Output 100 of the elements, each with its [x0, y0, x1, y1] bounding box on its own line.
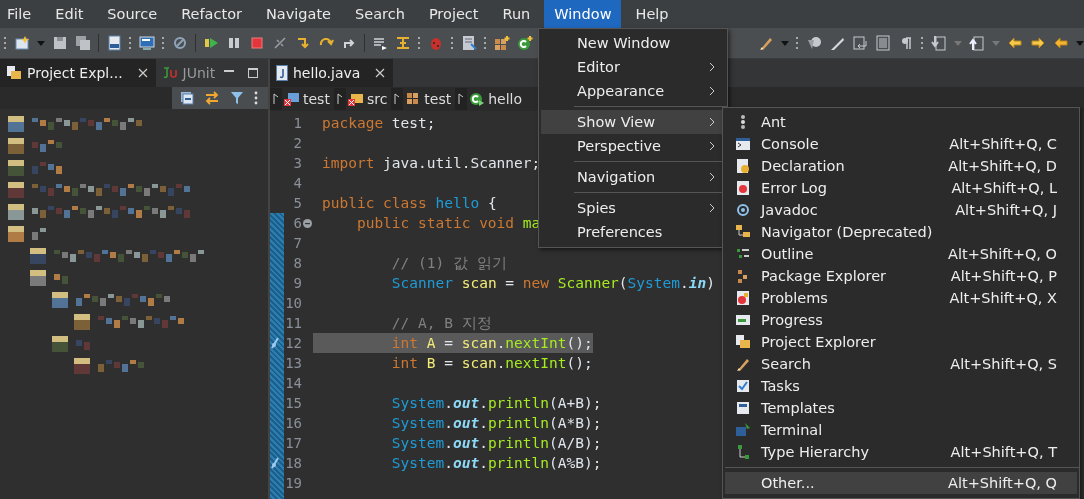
pixelated-icon — [8, 226, 24, 242]
grip-icon — [796, 35, 799, 51]
pixelated-icon — [8, 116, 24, 132]
menu-item[interactable]: Declaration Alt+Shift+Q, D — [725, 155, 1077, 177]
no-symbol-icon[interactable] — [172, 35, 188, 51]
new-file-icon[interactable] — [14, 35, 30, 51]
document-icon[interactable] — [852, 35, 868, 51]
menu-item[interactable]: Problems Alt+Shift+Q, X — [725, 287, 1077, 309]
save-all-icon[interactable] — [75, 35, 91, 51]
menu-item[interactable]: Edit — [45, 0, 94, 28]
breadcrumb-separator-icon[interactable] — [270, 88, 282, 110]
menu-item[interactable]: Editor — [541, 55, 725, 79]
list-icon[interactable] — [372, 35, 388, 51]
pause-icon[interactable] — [226, 35, 242, 51]
menu-item[interactable]: Templates — [725, 397, 1077, 419]
view-tab[interactable]: Project Expl... — [0, 59, 156, 87]
menu-item[interactable]: Show View — [541, 110, 725, 134]
breadcrumb-separator-icon[interactable] — [455, 88, 468, 110]
menu-item[interactable]: Project — [418, 0, 489, 28]
menu-item[interactable]: Perspective — [541, 134, 725, 158]
close-icon[interactable] — [137, 68, 148, 78]
disconnect-icon[interactable] — [272, 35, 288, 51]
shortcut-text: Alt+Shift+Q, T — [950, 444, 1057, 460]
menu-item[interactable]: Search — [345, 0, 415, 28]
menu-item[interactable]: Search Alt+Shift+Q, S — [725, 353, 1077, 375]
back-arrow-icon[interactable] — [1053, 35, 1069, 51]
step-into-icon[interactable] — [295, 35, 311, 51]
menu-item[interactable]: Outline Alt+Shift+Q, O — [725, 243, 1077, 265]
menu-item[interactable]: Spies — [541, 196, 725, 220]
menu-item[interactable]: Help — [625, 0, 679, 28]
grip-icon — [451, 35, 454, 51]
server-icon[interactable] — [461, 35, 477, 51]
text-lines-icon[interactable] — [875, 35, 891, 51]
grip-icon — [484, 35, 487, 51]
breadcrumb-item[interactable]: test — [403, 91, 456, 107]
menu-item[interactable]: File — [0, 0, 42, 28]
forward-edit-icon[interactable] — [1030, 35, 1046, 51]
line-number: 9 — [292, 275, 302, 291]
breadcrumb-item[interactable]: test — [282, 91, 334, 107]
close-icon[interactable] — [375, 68, 386, 78]
menu-item[interactable]: Error Log Alt+Shift+Q, L — [725, 177, 1077, 199]
code-line: System.out.println(A%B); — [390, 454, 602, 473]
menu-item[interactable]: Terminal — [725, 419, 1077, 441]
menu-item[interactable]: Tasks — [725, 375, 1077, 397]
pen-icon[interactable] — [758, 35, 774, 51]
menu-item[interactable]: Navigation — [541, 165, 725, 189]
menu-item[interactable]: Ant — [725, 111, 1077, 133]
view-menu-icon[interactable] — [254, 91, 258, 105]
menu-item[interactable]: Navigator (Deprecated) — [725, 221, 1077, 243]
view-tab[interactable]: JUnit — [155, 59, 224, 87]
save-icon[interactable] — [52, 35, 68, 51]
code-line: // A, B 지정 — [390, 314, 492, 333]
menu-item[interactable]: Other... Alt+Shift+Q, Q — [725, 472, 1077, 494]
progress-icon — [735, 312, 751, 328]
grip-icon — [418, 35, 421, 51]
filter-icon[interactable] — [230, 91, 244, 105]
breadcrumb-separator-icon[interactable] — [333, 88, 346, 110]
menu-item[interactable]: Window — [544, 0, 622, 28]
breadcrumb-item[interactable]: hello — [467, 91, 527, 107]
menu-item[interactable]: Refactor — [171, 0, 252, 28]
menu-item[interactable]: Project Explorer — [725, 331, 1077, 353]
menu-item[interactable]: New Window — [541, 31, 725, 55]
monitor-icon[interactable] — [139, 35, 155, 51]
package-new-icon[interactable] — [494, 35, 510, 51]
bug-icon[interactable] — [428, 35, 444, 51]
collapse-all-icon[interactable] — [180, 91, 194, 105]
code-line: public class hello { — [321, 194, 497, 213]
menu-item[interactable]: Navigate — [256, 0, 342, 28]
menu-item[interactable]: Console Alt+Shift+Q, C — [725, 133, 1077, 155]
menu-item[interactable]: Package Explorer Alt+Shift+Q, P — [725, 265, 1077, 287]
maximize-icon[interactable] — [247, 67, 260, 79]
next-annotation-icon[interactable] — [931, 35, 947, 51]
menu-item[interactable]: Javadoc Alt+Shift+Q, J — [725, 199, 1077, 221]
grip-icon — [4, 35, 7, 51]
pixelated-label — [76, 338, 92, 350]
previous-annotation-icon[interactable] — [969, 35, 985, 51]
step-filter-icon[interactable] — [395, 35, 411, 51]
breadcrumb-item[interactable]: src — [345, 91, 392, 107]
menu-item[interactable]: Appearance — [541, 79, 725, 103]
class-new-icon[interactable] — [517, 35, 533, 51]
fold-icon[interactable] — [303, 218, 312, 228]
breadcrumb-separator-icon[interactable] — [391, 88, 404, 110]
back-edit-icon[interactable] — [1007, 35, 1023, 51]
play-icon[interactable] — [203, 35, 219, 51]
menu-item[interactable]: Progress — [725, 309, 1077, 331]
shortcut-text: Alt+Shift+Q, C — [949, 136, 1057, 152]
line-number: 7 — [292, 235, 302, 251]
editor-tab[interactable]: hello.java — [270, 59, 394, 87]
menu-item[interactable]: Type Hierarchy Alt+Shift+Q, T — [725, 441, 1077, 463]
menu-item[interactable]: Source — [97, 0, 168, 28]
class-icon — [469, 91, 486, 107]
line-number: 15 — [284, 395, 302, 411]
pixelated-label — [54, 272, 70, 284]
binary-file-icon[interactable] — [106, 35, 122, 51]
menu-item[interactable]: Preferences — [541, 220, 725, 244]
link-arrows-icon[interactable] — [204, 91, 220, 105]
shortcut-text: Alt+Shift+Q, X — [949, 290, 1057, 306]
menu-item[interactable]: Run — [492, 0, 541, 28]
comment-icon[interactable] — [806, 35, 822, 51]
pixelated-label — [32, 228, 48, 240]
